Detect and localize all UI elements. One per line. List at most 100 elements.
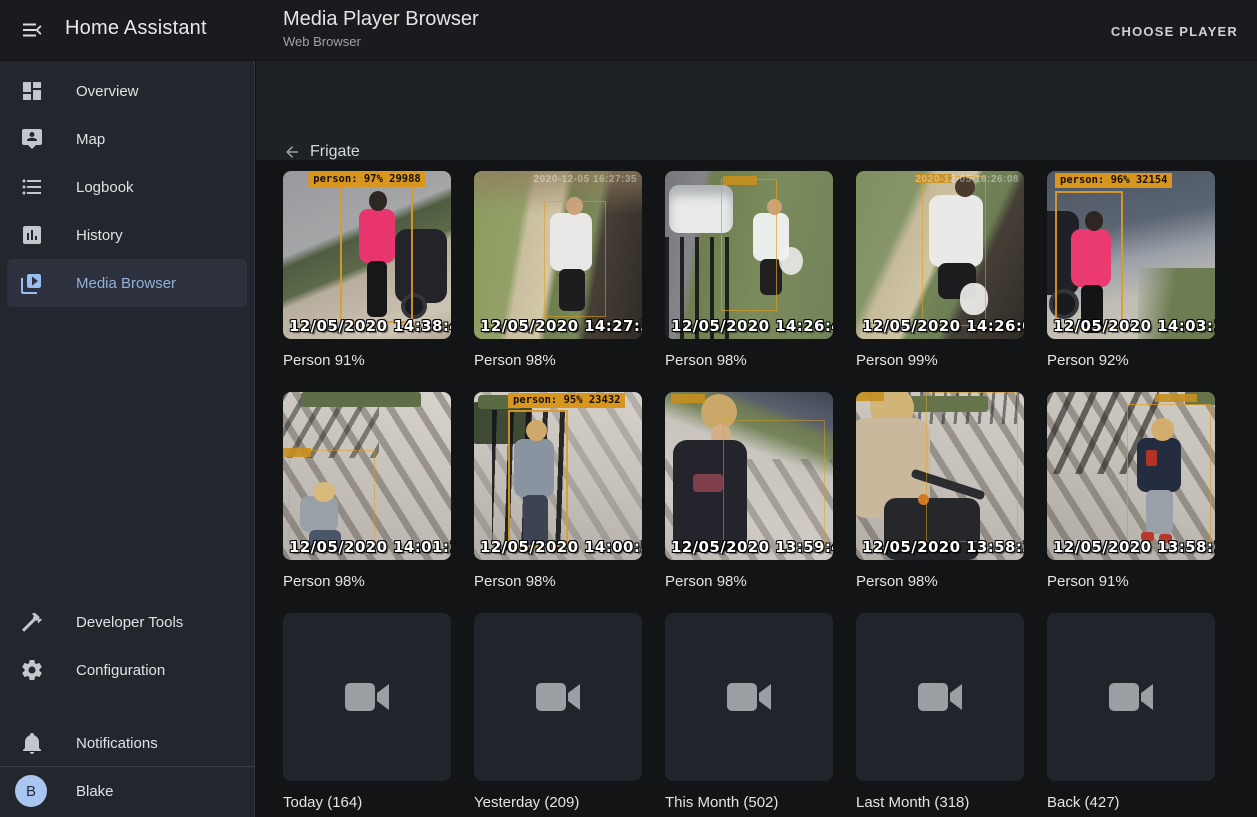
clip-thumbnail[interactable]: 12/05/2020 13:59:49 <box>665 392 833 560</box>
clip-thumbnail[interactable]: person: 96% 32154 12/05/2020 14:03:17 <box>1047 171 1215 339</box>
clip-cell: person: 96% 32154 12/05/2020 14:03:17 Pe… <box>1047 171 1215 371</box>
media-player-header: Media Player Browser Web Browser <box>283 8 479 49</box>
play-box-multiple-icon <box>20 271 44 295</box>
sidebar-item-media-browser[interactable]: Media Browser <box>7 259 247 307</box>
clips-grid: person: 97% 29988 12/05/2020 14:38:47 Pe… <box>283 171 1215 813</box>
clip-caption: Person 98% <box>474 572 642 592</box>
detection-bounding-box <box>922 176 986 326</box>
clip-thumbnail[interactable]: 12/05/2020 13:58:30 <box>856 392 1024 560</box>
clip-timestamp: 12/05/2020 13:58:17 <box>1053 538 1215 556</box>
sidebar-item-label: Overview <box>76 83 139 100</box>
folder-thumbnail-today[interactable] <box>283 613 451 781</box>
folder-cell: Last Month (318) <box>856 613 1024 813</box>
sidebar-item-developer-tools[interactable]: Developer Tools <box>7 598 247 646</box>
clip-caption: Person 91% <box>283 351 451 371</box>
folder-caption: Last Month (318) <box>856 793 1024 813</box>
media-player-title: Media Player Browser <box>283 8 479 31</box>
clip-timestamp: 12/05/2020 14:26:07 <box>862 317 1024 335</box>
folder-cell: Today (164) <box>283 613 451 813</box>
user-name-label: Blake <box>76 783 114 800</box>
choose-player-button[interactable]: CHOOSE PLAYER <box>1105 20 1244 43</box>
folder-cell: Back (427) <box>1047 613 1215 813</box>
folder-thumbnail-last-month[interactable] <box>856 613 1024 781</box>
video-camera-icon <box>532 677 584 717</box>
clip-timestamp: 12/05/2020 13:58:30 <box>862 538 1024 556</box>
sidebar-item-user-profile[interactable]: B Blake <box>7 767 247 815</box>
sidebar-item-logbook[interactable]: Logbook <box>7 163 247 211</box>
media-player-subtitle: Web Browser <box>283 34 479 49</box>
clip-timestamp: 12/05/2020 14:38:47 <box>289 317 451 335</box>
detection-label <box>856 392 884 401</box>
clip-timestamp: 12/05/2020 13:59:49 <box>671 538 833 556</box>
sidebar-item-label: Media Browser <box>76 275 176 292</box>
clip-thumbnail[interactable]: 12/05/2020 14:01:14 <box>283 392 451 560</box>
clip-cell: person: 95% 23432 12/05/2020 14:00:52 Pe… <box>474 392 642 592</box>
folder-caption: Today (164) <box>283 793 451 813</box>
app-top-bar: Home Assistant Media Player Browser Web … <box>0 0 1257 60</box>
clip-thumbnail[interactable]: person: 95% 23432 12/05/2020 14:00:52 <box>474 392 642 560</box>
clip-thumbnail[interactable]: 12/05/2020 13:58:17 <box>1047 392 1215 560</box>
clip-thumbnail[interactable]: person: 97% 29988 12/05/2020 14:38:47 <box>283 171 451 339</box>
detection-label: person: 97% 29988 <box>308 172 425 187</box>
detection-bounding-box <box>1127 404 1211 546</box>
breadcrumb-back-link[interactable]: Frigate <box>283 143 360 161</box>
folder-thumbnail-yesterday[interactable] <box>474 613 642 781</box>
app-title: Home Assistant <box>65 17 207 40</box>
clip-cell: 2020-12-05 16:27:35 12/05/2020 14:27:35 … <box>474 171 642 371</box>
clips-content-area: person: 97% 29988 12/05/2020 14:38:47 Pe… <box>256 160 1257 817</box>
clip-caption: Person 92% <box>1047 351 1215 371</box>
folder-caption: This Month (502) <box>665 793 833 813</box>
arrow-left-icon <box>283 143 301 161</box>
clip-cell: 12/05/2020 13:58:17 Person 91% <box>1047 392 1215 592</box>
clip-timestamp: 12/05/2020 14:00:52 <box>480 538 642 556</box>
clip-caption: Person 98% <box>283 572 451 592</box>
sidebar-item-label: Map <box>76 131 105 148</box>
clip-timestamp: 12/05/2020 14:26:46 <box>671 317 833 335</box>
folder-cell: This Month (502) <box>665 613 833 813</box>
clip-caption: Person 99% <box>856 351 1024 371</box>
detection-label: person: 96% 32154 <box>1055 173 1172 188</box>
sidebar-item-overview[interactable]: Overview <box>7 67 247 115</box>
detection-bounding-box <box>544 201 606 317</box>
bar-chart-box-icon <box>20 223 44 247</box>
sidebar-item-history[interactable]: History <box>7 211 247 259</box>
folder-caption: Yesterday (209) <box>474 793 642 813</box>
tooltip-account-icon <box>20 127 44 151</box>
sidebar-item-label: Developer Tools <box>76 614 183 631</box>
sidebar-toggle-button[interactable] <box>18 16 46 44</box>
sidebar: Overview Map Logbook History Media Brows… <box>0 60 255 817</box>
sidebar-item-map[interactable]: Map <box>7 115 247 163</box>
folder-caption: Back (427) <box>1047 793 1215 813</box>
detection-label <box>1155 394 1197 402</box>
clip-cell: 2020-12-05 16:26:08 12/05/2020 14:26:07 … <box>856 171 1024 371</box>
sidebar-item-configuration[interactable]: Configuration <box>7 646 247 694</box>
detection-bounding-box <box>926 392 1018 542</box>
folder-thumbnail-this-month[interactable] <box>665 613 833 781</box>
detection-label <box>671 394 705 403</box>
clip-cell: 12/05/2020 14:01:14 Person 98% <box>283 392 451 592</box>
detection-bounding-box <box>721 179 777 311</box>
clip-timestamp: 12/05/2020 14:01:14 <box>289 538 451 556</box>
detection-bounding-box <box>508 410 568 547</box>
sidebar-item-label: Logbook <box>76 179 134 196</box>
video-camera-icon <box>341 677 393 717</box>
folder-cell: Yesterday (209) <box>474 613 642 813</box>
sidebar-item-notifications[interactable]: Notifications <box>7 719 247 767</box>
detection-label: person: 95% 23432 <box>508 393 625 408</box>
video-camera-icon <box>1105 677 1157 717</box>
clip-caption: Person 98% <box>665 351 833 371</box>
folder-thumbnail-back[interactable] <box>1047 613 1215 781</box>
detection-label <box>283 448 311 457</box>
clip-thumbnail[interactable]: 2020-12-05 16:27:35 12/05/2020 14:27:35 <box>474 171 642 339</box>
clip-thumbnail[interactable]: 2020-12-05 16:26:08 12/05/2020 14:26:07 <box>856 171 1024 339</box>
clip-caption: Person 98% <box>474 351 642 371</box>
breadcrumb-label: Frigate <box>310 143 360 161</box>
clip-cell: 12/05/2020 14:26:46 Person 98% <box>665 171 833 371</box>
clip-thumbnail[interactable]: 12/05/2020 14:26:46 <box>665 171 833 339</box>
sidebar-item-label: Notifications <box>76 735 158 752</box>
sidebar-item-label: History <box>76 227 123 244</box>
clip-cell: 12/05/2020 13:58:30 Person 98% <box>856 392 1024 592</box>
media-browser-header: Frigate Clips (820) <box>256 60 1257 160</box>
avatar: B <box>15 775 47 807</box>
menu-open-icon <box>20 18 44 42</box>
